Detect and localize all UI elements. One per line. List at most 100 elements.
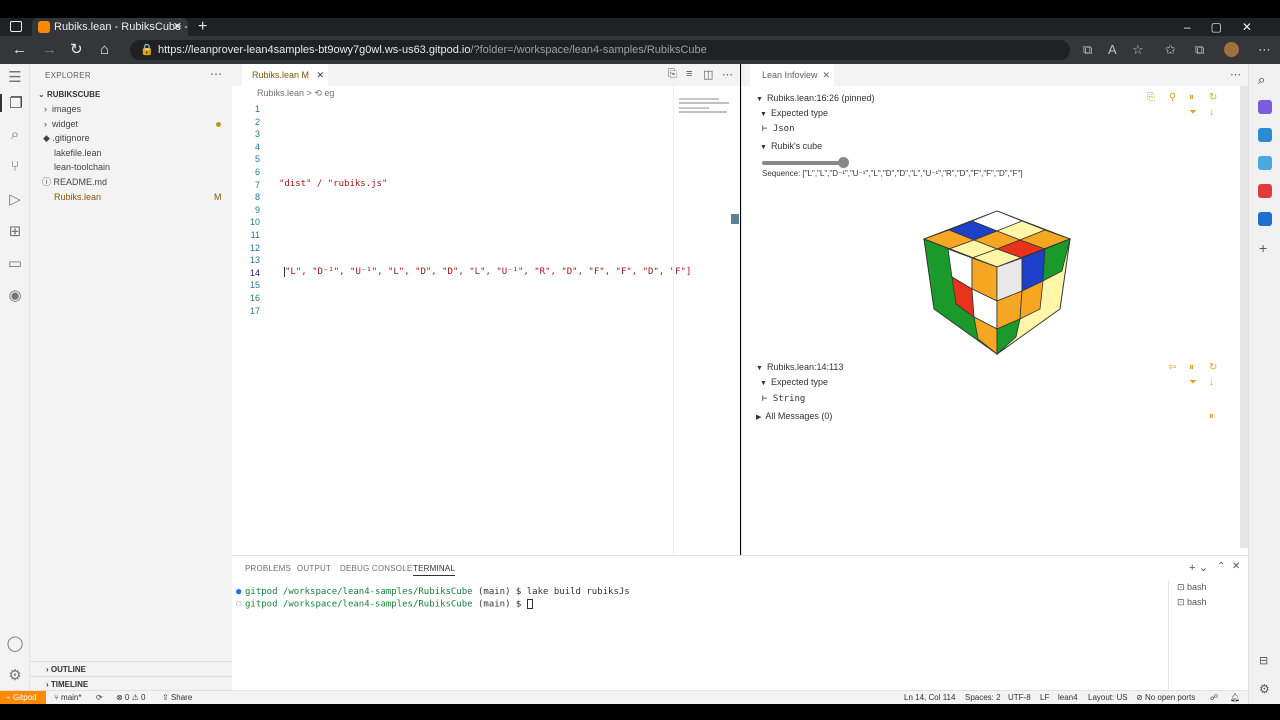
- add-icon[interactable]: +: [1259, 240, 1267, 256]
- code-line-7[interactable]: "dist" / "rubiks.js": [279, 179, 387, 189]
- maximize-panel-icon[interactable]: ⌃: [1217, 561, 1226, 572]
- cursor-goal-header[interactable]: ▼ Rubiks.lean:14:113: [756, 362, 843, 372]
- tab-lean-infoview[interactable]: Lean Infoview ✕: [750, 64, 834, 86]
- refresh-icon[interactable]: ↻: [1209, 92, 1217, 103]
- tab-rubiks-lean[interactable]: Rubiks.lean M ✕: [242, 64, 328, 86]
- sequence-slider-thumb[interactable]: [838, 157, 849, 168]
- all-messages-toggle[interactable]: ▶ All Messages (0): [756, 411, 832, 421]
- expected-type-toggle[interactable]: ▼ Expected type: [760, 108, 828, 118]
- url-input[interactable]: 🔒 https://leanprover-lean4samples-bt9owy…: [130, 40, 1070, 60]
- browser-tab[interactable]: Rubiks.lean - RubiksCube - Gitp ✕: [32, 18, 188, 36]
- branch-indicator[interactable]: ⑂ main*: [54, 691, 81, 705]
- search-icon[interactable]: ⌕: [1258, 72, 1265, 88]
- new-terminal-icon[interactable]: + ⌄: [1189, 561, 1208, 574]
- cursor-position[interactable]: Ln 14, Col 114: [904, 691, 955, 705]
- extensions-icon[interactable]: ⊞: [0, 222, 30, 240]
- people-icon[interactable]: [1258, 156, 1272, 170]
- favorite-add-icon[interactable]: ☆: [1132, 36, 1144, 64]
- tab-output[interactable]: OUTPUT: [297, 564, 331, 573]
- app-available-icon[interactable]: ⧉: [1083, 36, 1092, 64]
- refresh-icon[interactable]: ↻: [1209, 362, 1217, 373]
- refresh-icon[interactable]: ↻: [70, 36, 83, 64]
- terminal-line-2[interactable]: ○ gitpod /workspace/lean4-samples/RubiksC…: [236, 599, 533, 610]
- tree-file-lean-toolchain[interactable]: lean-toolchain: [54, 160, 110, 174]
- pause-icon[interactable]: ⏸: [1209, 411, 1214, 422]
- filter-icon[interactable]: ⏷: [1189, 107, 1197, 118]
- gitpod-button[interactable]: ⌁ Gitpod: [0, 691, 46, 705]
- tree-file-readme[interactable]: ⓘ README.md: [42, 175, 107, 189]
- tree-folder-images[interactable]: › images: [44, 102, 81, 116]
- editor-scrollbar[interactable]: [731, 214, 739, 224]
- window-menu-icon[interactable]: [10, 21, 22, 32]
- minimap[interactable]: [673, 86, 729, 555]
- explorer-icon[interactable]: ❐: [0, 94, 30, 112]
- close-panel-icon[interactable]: ✕: [1232, 561, 1241, 572]
- back-arrow-icon[interactable]: ⇦: [1168, 362, 1176, 373]
- outline-section[interactable]: › OUTLINE: [30, 661, 232, 676]
- rubiks-cube-3d[interactable]: [912, 209, 1082, 359]
- accounts-icon[interactable]: ◯: [0, 634, 30, 652]
- sidebar-layout-icon[interactable]: ⊟: [1259, 654, 1268, 667]
- workspace-root[interactable]: ⌄ RUBIKSCUBE: [38, 90, 100, 99]
- terminal-instance-2[interactable]: ⊡ bash: [1177, 597, 1207, 608]
- browser-menu-icon[interactable]: ⋯: [1258, 36, 1271, 64]
- settings-gear-icon[interactable]: ⚙: [1259, 682, 1270, 696]
- office-icon[interactable]: [1258, 184, 1272, 198]
- outlook-icon[interactable]: [1258, 212, 1272, 226]
- pinned-goal-header[interactable]: ▼ Rubiks.lean:16:26 (pinned): [756, 93, 875, 103]
- end-of-line[interactable]: LF: [1040, 691, 1049, 705]
- pause-icon[interactable]: ⏸: [1189, 362, 1194, 373]
- unpin-icon[interactable]: ⚲: [1169, 92, 1176, 103]
- more-actions-icon[interactable]: ⋯: [210, 67, 222, 81]
- favorites-icon[interactable]: ✩: [1165, 36, 1176, 64]
- profile-avatar[interactable]: [1224, 42, 1239, 57]
- close-tab-icon[interactable]: ✕: [173, 18, 182, 36]
- tree-file-rubiks[interactable]: Rubiks.lean M: [54, 190, 232, 204]
- expected-type-toggle[interactable]: ▼ Expected type: [760, 377, 828, 387]
- code-line-14[interactable]: "L", "D⁻¹", "U⁻¹", "L", "D", "D", "L", "…: [284, 267, 691, 277]
- compare-icon[interactable]: ⎘: [668, 68, 677, 81]
- ports-status[interactable]: ⊘ No open ports: [1136, 691, 1195, 705]
- window-controls[interactable]: –▢✕: [1184, 18, 1272, 36]
- remote-explorer-icon[interactable]: ▭: [0, 254, 30, 272]
- language-mode[interactable]: lean4: [1058, 691, 1078, 705]
- tree-file-lakefile[interactable]: lakefile.lean: [54, 146, 102, 160]
- new-tab-button[interactable]: +: [198, 18, 207, 36]
- github-icon[interactable]: ◉: [0, 286, 30, 304]
- timeline-section[interactable]: › TIMELINE: [30, 676, 232, 691]
- tab-terminal[interactable]: TERMINAL: [413, 564, 456, 576]
- tree-folder-widget[interactable]: › widget: [44, 117, 78, 131]
- arrow-down-icon[interactable]: ↓: [1209, 107, 1214, 118]
- editor-more-icon[interactable]: ⋯: [722, 68, 733, 81]
- source-control-icon[interactable]: ⑂: [0, 158, 30, 175]
- arrow-down-icon[interactable]: ↓: [1209, 377, 1214, 388]
- infoview-toggle-icon[interactable]: ≡: [686, 68, 692, 80]
- run-debug-icon[interactable]: ▷: [0, 190, 30, 208]
- terminal-instance-1[interactable]: ⊡ bash: [1177, 582, 1207, 593]
- split-editor-icon[interactable]: ◫: [703, 68, 713, 81]
- home-icon[interactable]: ⌂: [100, 36, 109, 64]
- encoding[interactable]: UTF-8: [1008, 691, 1031, 705]
- read-aloud-icon[interactable]: A: [1108, 36, 1117, 64]
- sync-icon[interactable]: ⟳: [96, 691, 103, 705]
- feedback-icon[interactable]: ☍: [1210, 691, 1218, 705]
- forward-icon[interactable]: →: [42, 36, 57, 64]
- discover-icon[interactable]: [1258, 100, 1272, 114]
- filter-icon[interactable]: ⏷: [1189, 377, 1197, 388]
- menu-icon[interactable]: ☰: [0, 68, 30, 86]
- pause-icon[interactable]: ⏸: [1189, 92, 1194, 103]
- tab-debug-console[interactable]: DEBUG CONSOLE: [340, 564, 412, 573]
- share-button[interactable]: ⇪ Share: [162, 691, 192, 705]
- problems-count[interactable]: ⊗ 0 ⚠ 0: [116, 691, 145, 705]
- sequence-slider-track[interactable]: [762, 161, 846, 165]
- indentation[interactable]: Spaces: 2: [965, 691, 1001, 705]
- tab-problems[interactable]: PROBLEMS: [245, 564, 291, 573]
- rubiks-cube-widget-toggle[interactable]: ▼ Rubik's cube: [760, 141, 822, 151]
- notifications-icon[interactable]: 🔔︎: [1230, 691, 1240, 705]
- infoview-scrollbar[interactable]: [1240, 86, 1248, 548]
- search-icon[interactable]: ⌕: [0, 126, 30, 143]
- copy-icon[interactable]: ⎘: [1147, 92, 1155, 103]
- tree-file-gitignore[interactable]: ◆ .gitignore: [43, 131, 89, 145]
- back-icon[interactable]: ←: [12, 36, 27, 64]
- settings-gear-icon[interactable]: ⚙: [0, 666, 30, 684]
